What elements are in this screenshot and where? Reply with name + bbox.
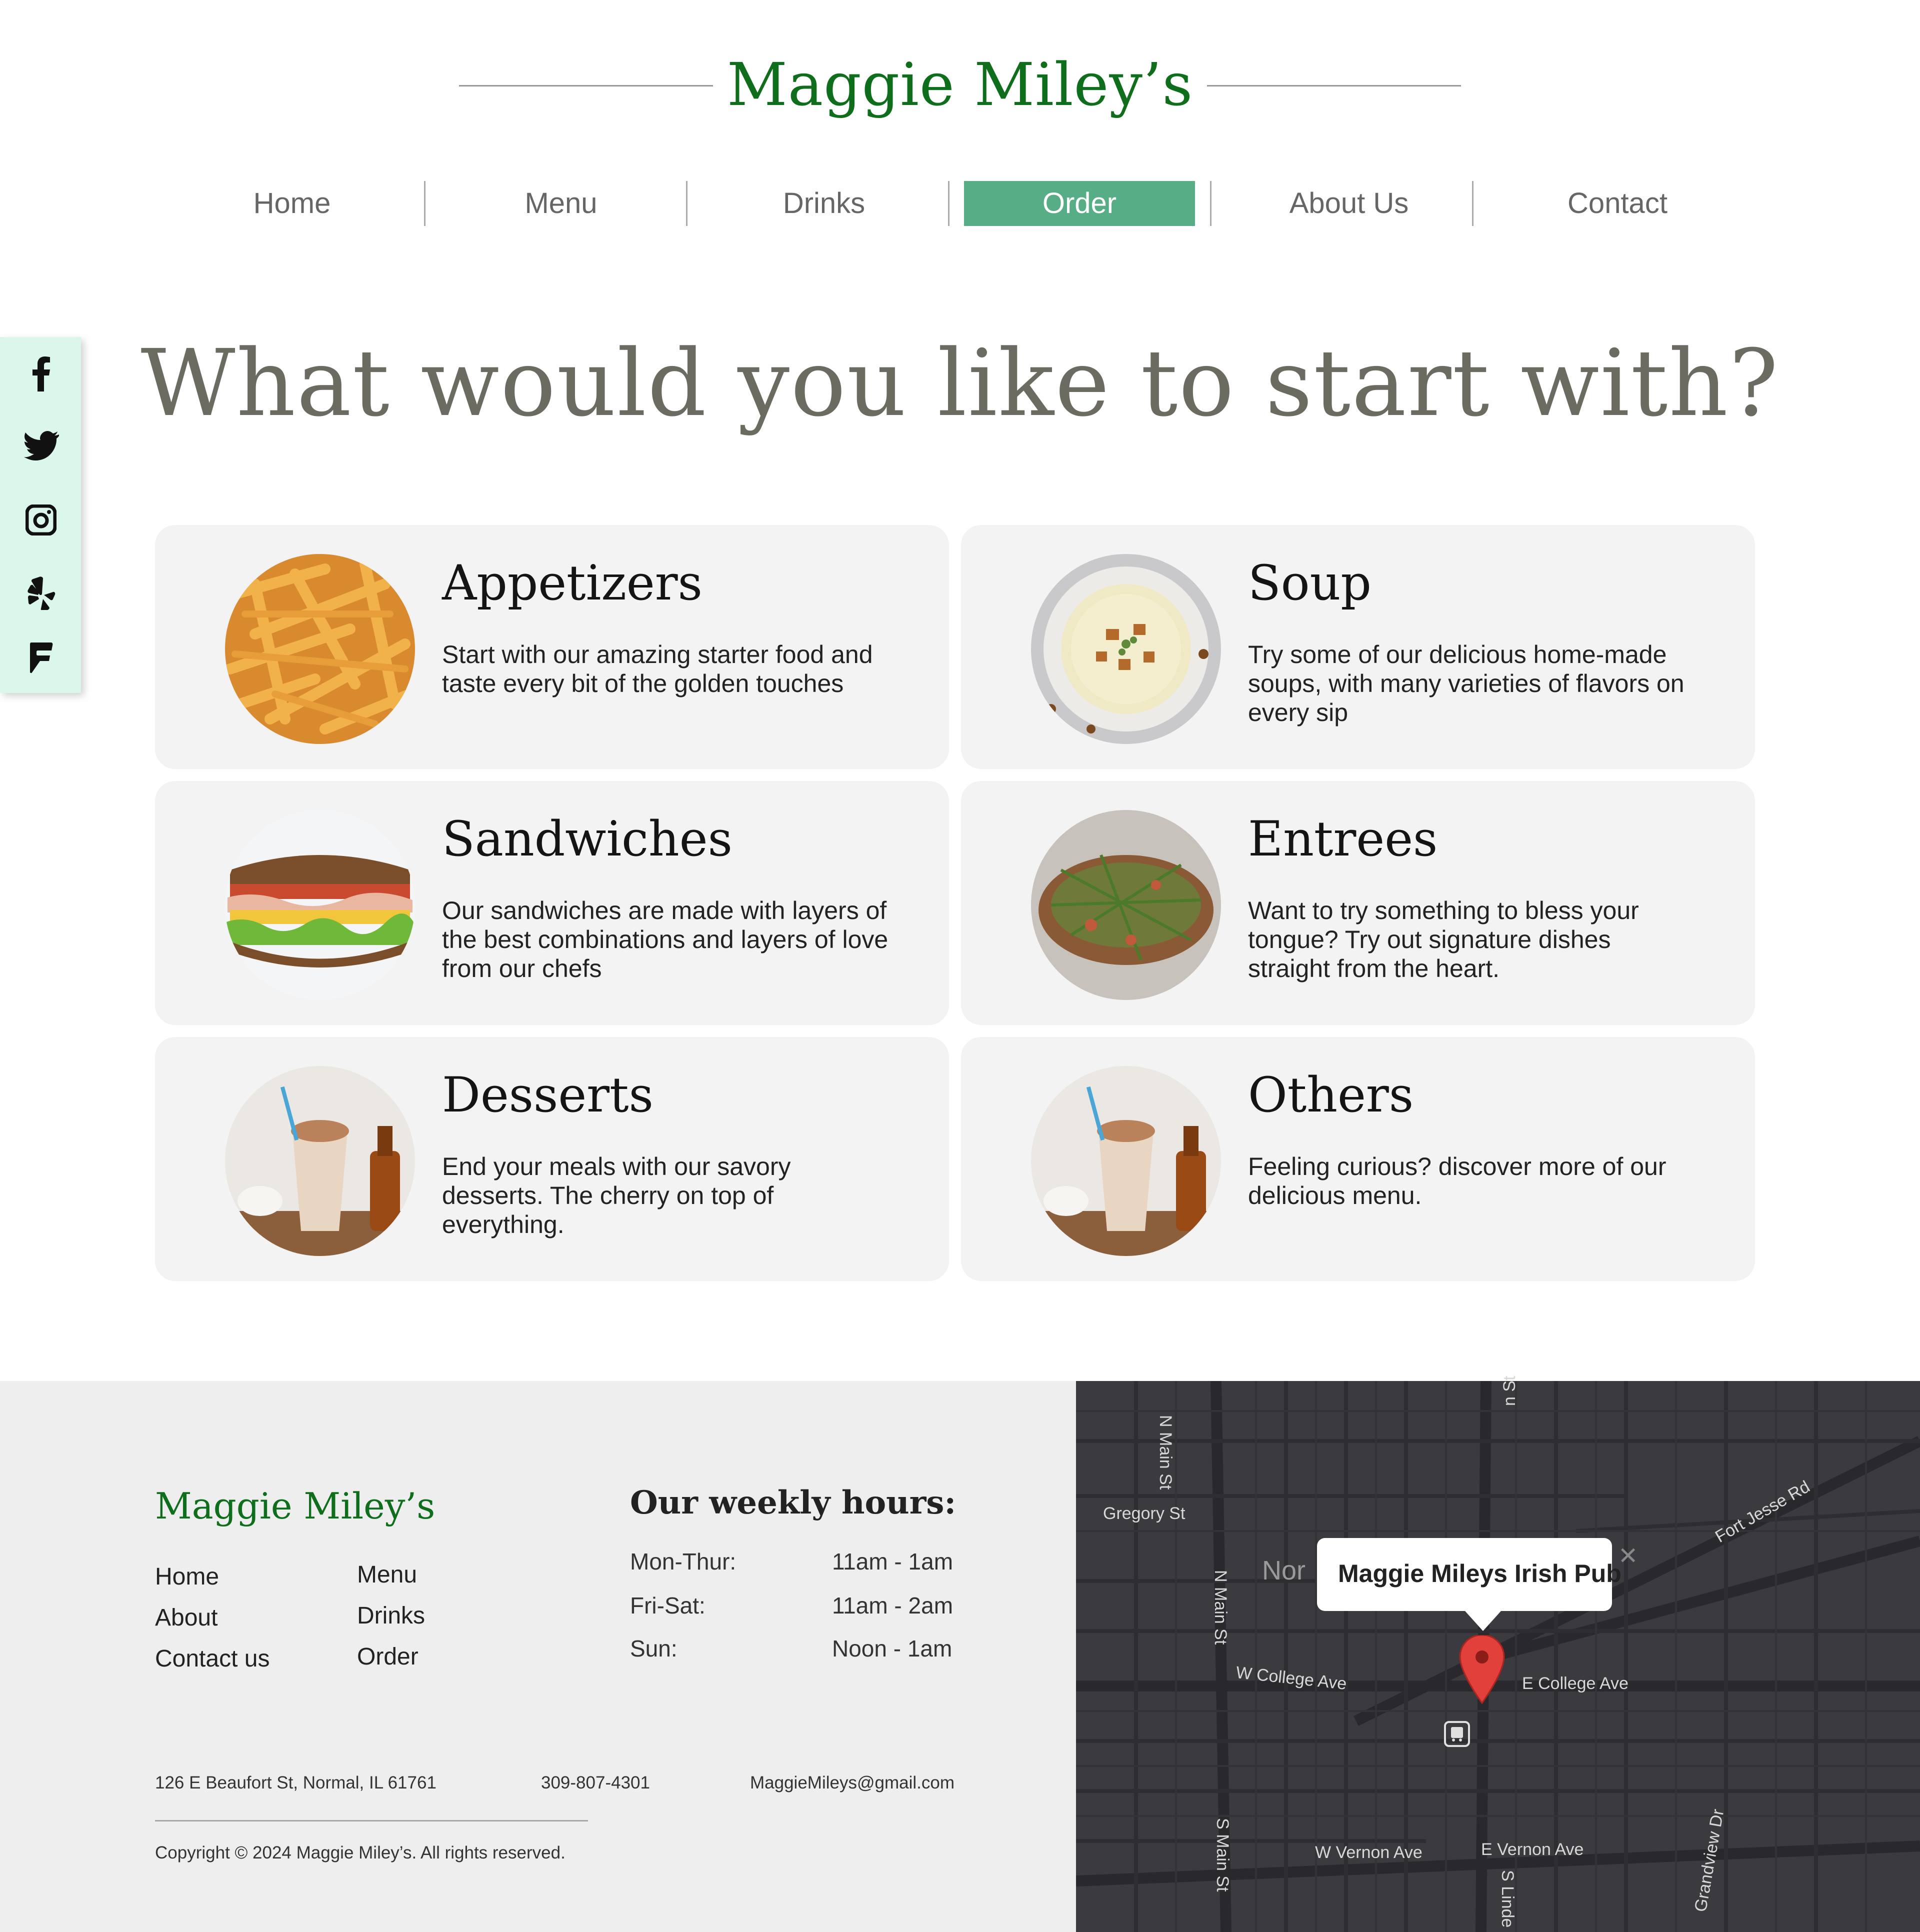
map-popup-title: Maggie Mileys Irish Pub <box>1338 1560 1622 1588</box>
map-label-e-college: E College Ave <box>1522 1674 1628 1693</box>
nav-divider <box>948 181 950 226</box>
card-description: Feeling curious? discover more of our de… <box>1248 1152 1666 1210</box>
footer-link-home[interactable]: Home <box>155 1563 219 1590</box>
footer-link-menu[interactable]: Menu <box>357 1561 417 1588</box>
map-label-n-main-mid: N Main St <box>1211 1570 1230 1645</box>
nav-divider <box>1210 181 1212 226</box>
footer-link-contact[interactable]: Contact us <box>155 1645 270 1672</box>
foursquare-icon[interactable] <box>23 640 59 676</box>
nav-order[interactable]: Order <box>964 181 1195 226</box>
card-title: Entrees <box>1248 811 1438 867</box>
category-card-appetizers[interactable]: Appetizers Start with our amazing starte… <box>155 525 949 769</box>
footer-link-order[interactable]: Order <box>357 1643 418 1670</box>
map-label-n-main-top: N Main St <box>1156 1415 1175 1490</box>
map-label-w-vernon: W Vernon Ave <box>1315 1843 1422 1862</box>
sandwiches-image <box>225 810 415 1000</box>
map-label-normal: Nor <box>1262 1556 1306 1586</box>
category-card-entrees[interactable]: Entrees Want to try something to bless y… <box>961 781 1755 1025</box>
card-title: Soup <box>1248 555 1372 611</box>
footer-email[interactable]: MaggieMileys@gmail.com <box>750 1773 954 1793</box>
footer-link-drinks[interactable]: Drinks <box>357 1602 425 1630</box>
nav-divider <box>424 181 426 226</box>
footer-divider <box>155 1820 588 1822</box>
appetizers-image <box>225 554 415 744</box>
map-label-top-st: n St <box>1500 1376 1519 1406</box>
main-nav: Home Menu Drinks Order About Us Contact <box>170 181 1750 226</box>
soup-image <box>1031 554 1221 744</box>
category-card-sandwiches[interactable]: Sandwiches Our sandwiches are made with … <box>155 781 949 1025</box>
card-description: End your meals with our savory desserts.… <box>442 1152 791 1238</box>
footer-phone[interactable]: 309-807-4301 <box>541 1773 650 1793</box>
card-description: Try some of our delicious home-made soup… <box>1248 640 1684 726</box>
footer-address: 126 E Beaufort St, Normal, IL 61761 <box>155 1773 436 1792</box>
footer-logo[interactable]: Maggie Miley’s <box>155 1485 435 1527</box>
nav-drinks[interactable]: Drinks <box>699 181 949 226</box>
nav-divider <box>686 181 688 226</box>
hours-time: 11am - 2am <box>832 1592 954 1618</box>
nav-divider <box>1472 181 1474 226</box>
category-card-desserts[interactable]: Desserts End your meals with our savory … <box>155 1037 949 1281</box>
card-description: Want to try something to bless your tong… <box>1248 896 1639 982</box>
hours-day: Fri-Sat: <box>630 1592 706 1618</box>
copyright: Copyright © 2024 Maggie Miley’s. All rig… <box>155 1843 566 1862</box>
instagram-icon[interactable] <box>23 502 59 538</box>
hours-title: Our weekly hours: <box>630 1484 956 1522</box>
hours-day: Mon-Thur: <box>630 1548 736 1574</box>
hours-day: Sun: <box>630 1636 678 1662</box>
nav-home[interactable]: Home <box>170 181 414 226</box>
others-image <box>1031 1066 1221 1256</box>
map-popup-tail <box>1465 1611 1501 1631</box>
hours-time: Noon - 1am <box>832 1636 952 1662</box>
card-description: Start with our amazing starter food and … <box>442 640 873 698</box>
page-heading: What would you like to start with? <box>140 330 1780 437</box>
yelp-icon[interactable] <box>23 575 59 611</box>
card-title: Desserts <box>442 1067 654 1123</box>
category-card-others[interactable]: Others Feeling curious? discover more of… <box>961 1037 1755 1281</box>
map-label-s-linden: S Linde <box>1498 1870 1517 1928</box>
close-icon[interactable]: ✕ <box>1618 1542 1638 1570</box>
nav-contact[interactable]: Contact <box>1485 181 1750 226</box>
map-pin-icon[interactable] <box>1459 1634 1505 1705</box>
site-logo[interactable]: Maggie Miley’s <box>0 50 1920 119</box>
transit-icon <box>1444 1721 1470 1747</box>
card-title: Appetizers <box>442 555 702 611</box>
entrees-image <box>1031 810 1221 1000</box>
category-card-soup[interactable]: Soup Try some of our delicious home-made… <box>961 525 1755 769</box>
nav-menu[interactable]: Menu <box>436 181 686 226</box>
card-description: Our sandwiches are made with layers of t… <box>442 896 888 982</box>
footer-link-about[interactable]: About <box>155 1604 218 1632</box>
map-label-e-vernon: E Vernon Ave <box>1481 1840 1584 1859</box>
card-title: Others <box>1248 1067 1414 1123</box>
card-title: Sandwiches <box>442 811 732 867</box>
map-label-s-main: S Main St <box>1213 1818 1232 1892</box>
desserts-image <box>225 1066 415 1256</box>
nav-about[interactable]: About Us <box>1225 181 1473 226</box>
hours-time: 11am - 1am <box>832 1548 954 1574</box>
map-label-gregory: Gregory St <box>1103 1504 1186 1523</box>
